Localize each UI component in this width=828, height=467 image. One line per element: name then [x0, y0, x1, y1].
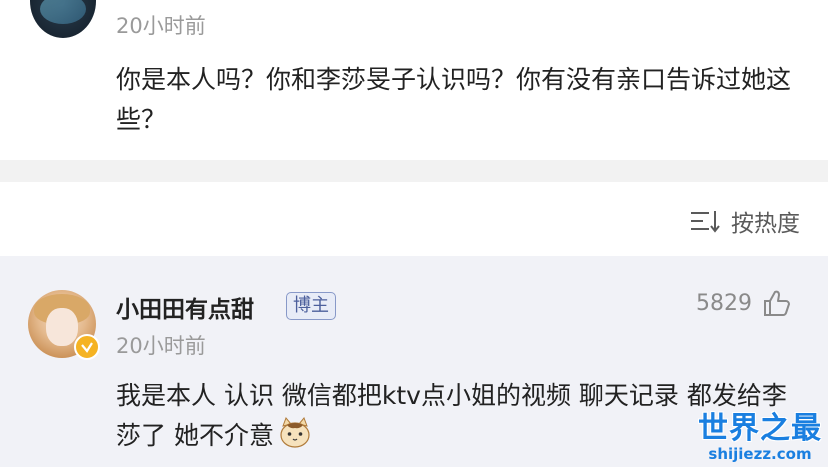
watermark-url: shijiezz.com: [708, 445, 812, 463]
verified-icon: [74, 334, 100, 360]
thumbs-up-icon: [764, 290, 790, 316]
sort-label: 按热度: [731, 211, 800, 237]
sort-by-hot-button[interactable]: 按热度: [689, 204, 800, 238]
cat-emoji-icon: [280, 417, 310, 448]
watermark-title: 世界之最: [698, 411, 822, 446]
comment-body: 我是本人 认识 微信都把ktv点小姐的视频 聊天记录 都发给李莎了 她不介意: [116, 381, 787, 450]
like-count: 5829: [696, 290, 752, 316]
username[interactable]: 小田田有点甜: [116, 290, 254, 324]
avatar[interactable]: [28, 290, 100, 360]
comment-time: 20小时前: [116, 334, 206, 358]
section-divider: [0, 160, 828, 182]
sort-icon: [691, 211, 720, 233]
avatar-face: [46, 308, 78, 346]
author-badge: 博主: [286, 292, 336, 320]
comment-time: 20小时前: [116, 14, 206, 38]
site-watermark: 世界之最 shijiezz.com: [698, 411, 822, 464]
sort-bar: 按热度: [0, 182, 828, 256]
previous-comment: 20小时前 你是本人吗？你和李莎旻子认识吗？你有没有亲口告诉过她这些？: [0, 0, 828, 160]
like-button[interactable]: 5829: [696, 288, 792, 318]
avatar[interactable]: [30, 0, 96, 38]
comment-text: 你是本人吗？你和李莎旻子认识吗？你有没有亲口告诉过她这些？: [116, 65, 792, 134]
